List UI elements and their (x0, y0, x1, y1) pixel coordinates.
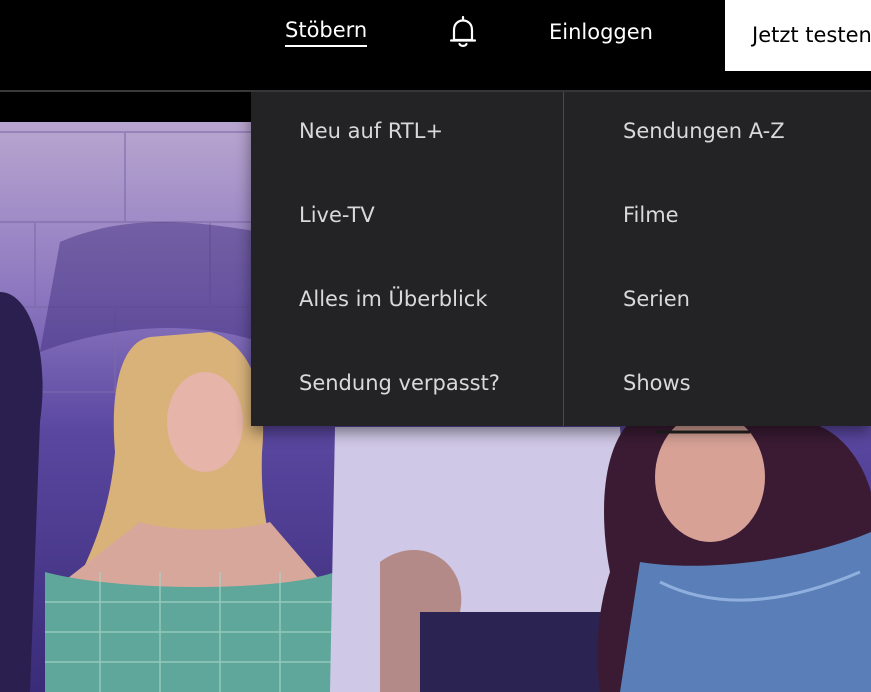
menu-item-sendung-verpasst[interactable]: Sendung verpasst? (299, 373, 500, 394)
menu-column-divider (563, 92, 564, 426)
menu-item-live-tv[interactable]: Live-TV (299, 205, 375, 226)
menu-item-serien[interactable]: Serien (623, 289, 690, 310)
bell-icon-graphic (449, 15, 477, 47)
menu-item-shows[interactable]: Shows (623, 373, 691, 394)
try-now-button[interactable]: Jetzt testen (725, 0, 871, 71)
login-link[interactable]: Einloggen (549, 22, 653, 43)
top-navigation-bar: Stöbern Einloggen Jetzt testen (0, 0, 871, 92)
menu-item-alles-im-ueberblick[interactable]: Alles im Überblick (299, 289, 488, 310)
menu-item-neu-auf-rtl[interactable]: Neu auf RTL+ (299, 121, 443, 142)
bell-icon[interactable] (448, 14, 478, 50)
menu-item-sendungen-a-z[interactable]: Sendungen A-Z (623, 121, 785, 142)
nav-browse-link[interactable]: Stöbern (285, 20, 368, 47)
menu-item-filme[interactable]: Filme (623, 205, 679, 226)
browse-dropdown-menu: Neu auf RTL+ Live-TV Alles im Überblick … (251, 92, 871, 426)
